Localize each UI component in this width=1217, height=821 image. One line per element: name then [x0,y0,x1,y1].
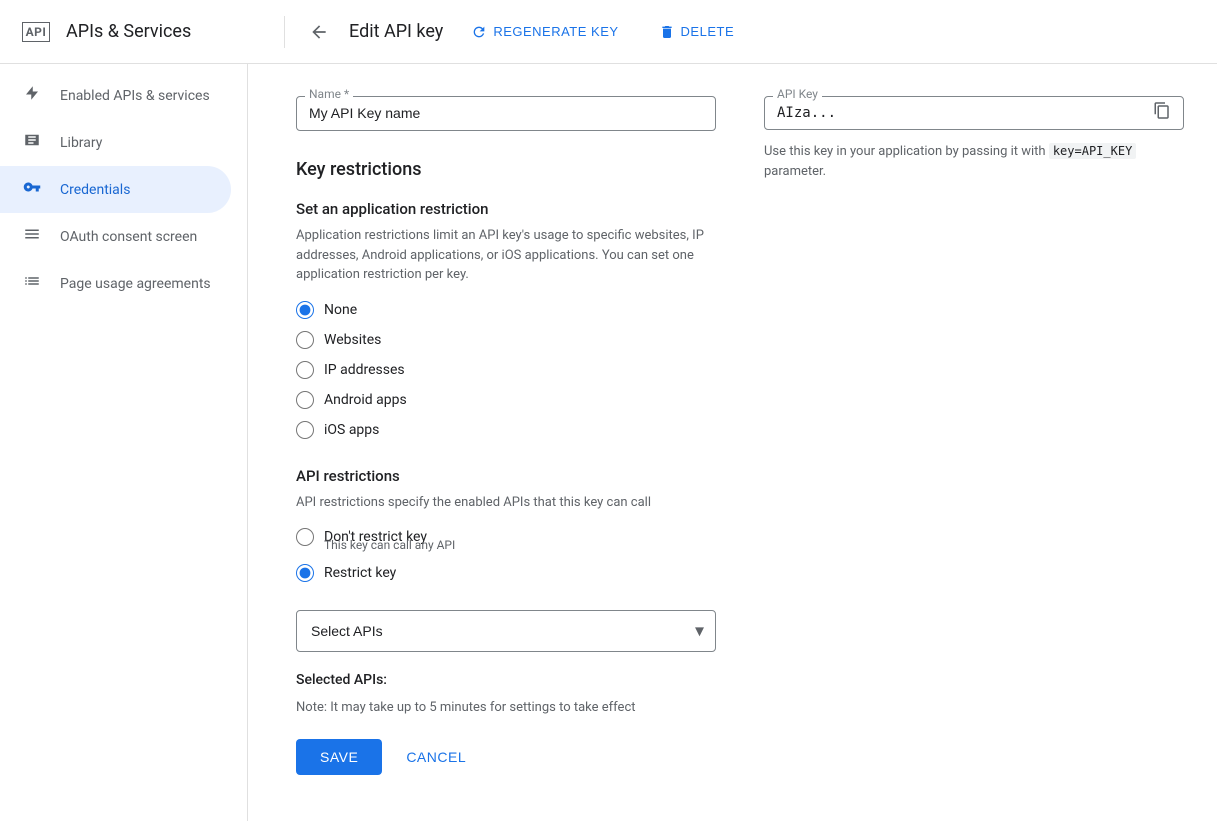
regenerate-key-label: REGENERATE KEY [493,24,618,39]
dont-restrict-sublabel: This key can call any API [324,538,716,552]
sidebar-item-label: Library [60,135,102,151]
copy-api-key-button[interactable] [1149,98,1175,129]
sidebar-item-oauth-consent[interactable]: OAuth consent screen [0,213,231,260]
api-key-note-text1: Use this key in your application by pass… [764,144,1049,159]
radio-restrict-input[interactable] [296,564,314,582]
radio-android-apps[interactable]: Android apps [296,391,716,409]
radio-ios-input[interactable] [296,421,314,439]
radio-restrict-label: Restrict key [324,565,396,581]
app-restriction-title: Set an application restriction [296,200,716,218]
sidebar-item-label: Enabled APIs & services [60,88,210,104]
cancel-button[interactable]: CANCEL [398,739,474,775]
radio-ios-label: iOS apps [324,422,379,438]
content-area: Name * Key restrictions Set an applicati… [248,64,1217,821]
api-key-value: AIza... [777,105,836,121]
api-restrictions-section: API restrictions API restrictions specif… [296,467,716,716]
sidebar-item-library[interactable]: Library [0,119,231,166]
name-input[interactable] [309,105,703,121]
name-outlined-field[interactable]: Name * [296,96,716,131]
radio-websites-input[interactable] [296,331,314,349]
library-icon [20,131,44,154]
api-key-note-code: key=API_KEY [1049,143,1136,159]
api-key-panel: API Key AIza... Use this key in your app… [764,96,1184,775]
enabled-apis-icon [20,84,44,107]
radio-ios-apps[interactable]: iOS apps [296,421,716,439]
regenerate-key-button[interactable]: REGENERATE KEY [459,16,630,48]
radio-websites[interactable]: Websites [296,331,716,349]
api-restrictions-desc: API restrictions specify the enabled API… [296,493,716,513]
page-usage-icon [20,272,44,295]
app-restriction-radio-group: None Websites IP addresses Android apps [296,301,716,439]
radio-none[interactable]: None [296,301,716,319]
select-apis-dropdown[interactable]: Select APIs [296,610,716,652]
radio-android-label: Android apps [324,392,407,408]
content-grid: Name * Key restrictions Set an applicati… [296,96,1169,775]
api-restrictions-title: API restrictions [296,467,716,485]
credentials-icon [20,178,44,201]
app-title: APIs & Services [66,21,191,42]
radio-ip-addresses[interactable]: IP addresses [296,361,716,379]
api-key-label: API Key [773,87,822,101]
header-actions: Edit API key REGENERATE KEY DELETE [305,16,1201,48]
api-logo: API [22,22,51,42]
radio-ip-input[interactable] [296,361,314,379]
key-restrictions-title: Key restrictions [296,159,716,180]
logo-box: API [16,21,56,43]
logo-area: API APIs & Services [16,21,264,43]
radio-dont-restrict-input[interactable] [296,528,314,546]
left-column: Name * Key restrictions Set an applicati… [296,96,716,775]
oauth-icon [20,225,44,248]
sidebar-item-page-usage[interactable]: Page usage agreements [0,260,231,307]
radio-restrict[interactable]: Restrict key [296,564,716,582]
api-key-field-wrapper: API Key AIza... [764,96,1184,130]
sidebar-item-label: Page usage agreements [60,276,211,292]
delete-label: DELETE [681,24,735,39]
page-title: Edit API key [349,21,443,42]
radio-none-input[interactable] [296,301,314,319]
api-key-note: Use this key in your application by pass… [764,142,1184,181]
name-label: Name * [305,87,353,101]
delete-button[interactable]: DELETE [647,16,747,48]
name-field-group: Name * [296,96,716,131]
radio-ip-label: IP addresses [324,362,405,378]
radio-android-input[interactable] [296,391,314,409]
radio-websites-label: Websites [324,332,381,348]
main-layout: Enabled APIs & services Library Credenti… [0,64,1217,821]
app-restriction-desc: Application restrictions limit an API ke… [296,226,716,285]
sidebar-item-enabled-apis[interactable]: Enabled APIs & services [0,72,231,119]
api-restriction-radio-group: Don't restrict key This key can call any… [296,528,716,582]
sidebar-item-label: OAuth consent screen [60,229,197,245]
sidebar-item-credentials[interactable]: Credentials [0,166,231,213]
top-header: API APIs & Services Edit API key REGENER… [0,0,1217,64]
api-key-note-text2: parameter. [764,164,826,179]
api-key-outlined-field: API Key AIza... [764,96,1184,130]
save-button[interactable]: SAVE [296,739,382,775]
sidebar-item-label: Credentials [60,182,130,198]
action-buttons: SAVE CANCEL [296,739,716,775]
select-apis-wrapper[interactable]: Select APIs ▾ [296,610,716,652]
back-button[interactable] [305,18,333,46]
header-divider [284,16,285,48]
sidebar: Enabled APIs & services Library Credenti… [0,64,248,821]
dont-restrict-wrapper: Don't restrict key This key can call any… [296,528,716,552]
selected-apis-title: Selected APIs: [296,672,716,688]
radio-none-label: None [324,302,357,318]
note-text: Note: It may take up to 5 minutes for se… [296,700,716,715]
